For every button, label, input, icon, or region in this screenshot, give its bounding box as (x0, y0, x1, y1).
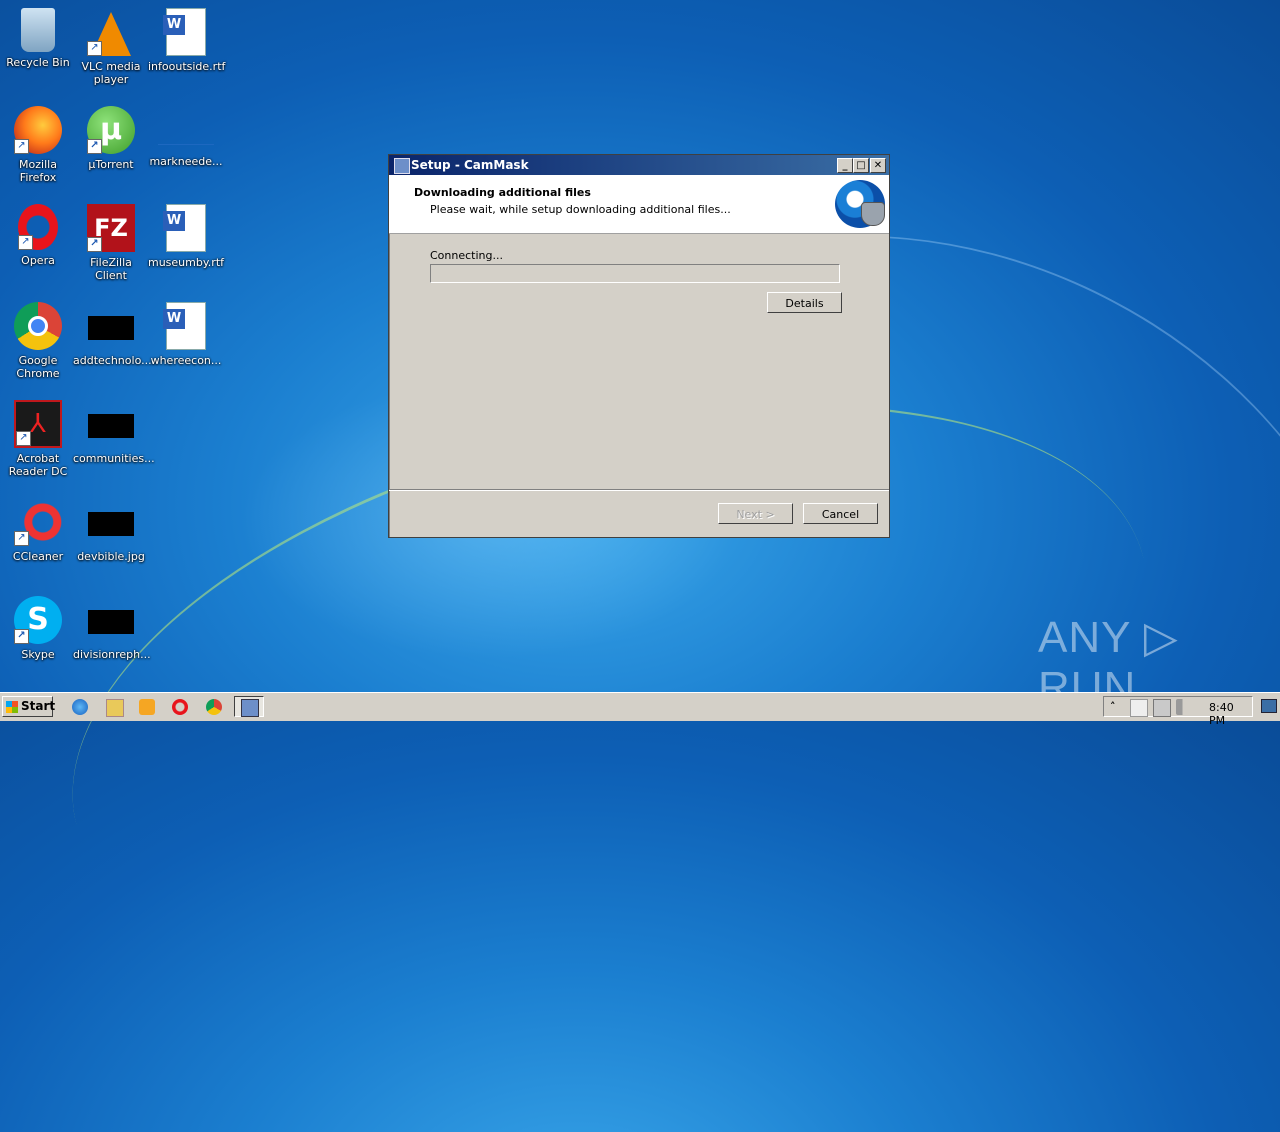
desktop-icon-infooutside[interactable]: W infooutside.rtf (148, 8, 226, 73)
chrome-icon (14, 302, 62, 350)
page-heading: Downloading additional files (414, 186, 591, 199)
word-document-icon: W (163, 8, 206, 56)
desktop-icon-label: Recycle Bin (6, 56, 70, 69)
setup-task-button[interactable] (234, 696, 264, 717)
desktop-icon-whereecon[interactable]: W whereecon... (148, 302, 224, 367)
windows-logo-icon (6, 701, 18, 713)
taskbar-clock[interactable]: 8:40 PM (1209, 701, 1252, 727)
desktop-icon-filezilla[interactable]: FZ ↗ FileZilla Client (73, 204, 149, 282)
skype-icon: S ↗ (14, 596, 62, 644)
utorrent-icon: µ ↗ (87, 106, 135, 154)
taskbar: Start ˄ 8:40 PM (0, 692, 1280, 727)
file-thumbnail-icon (88, 610, 134, 634)
network-icon[interactable] (1153, 699, 1171, 717)
desktop-icon-skype[interactable]: S ↗ Skype (0, 596, 76, 661)
desktop-icon-label: divisionreph... (73, 648, 151, 661)
desktop-icon-label: Mozilla Firefox (19, 158, 57, 184)
desktop-icon-firefox[interactable]: ↗ Mozilla Firefox (0, 106, 76, 184)
desktop-icon-label: µTorrent (88, 158, 134, 171)
desktop-icon-utorrent[interactable]: µ ↗ µTorrent (73, 106, 149, 171)
desktop-icon-label: FileZilla Client (90, 256, 132, 282)
show-desktop-icon[interactable] (1261, 699, 1277, 713)
desktop-icon-label: communities... (73, 452, 155, 465)
start-button[interactable]: Start (2, 696, 56, 717)
setup-app-icon (394, 158, 410, 174)
opera-icon: ↗ (18, 204, 58, 250)
download-status: Connecting... (430, 249, 503, 262)
desktop-icon-museumby[interactable]: W museumby.rtf (148, 204, 224, 269)
desktop-icon-label: markneede... (149, 155, 223, 168)
desktop-icon-chrome[interactable]: Google Chrome (0, 302, 76, 380)
acrobat-icon: ⅄ ↗ (14, 400, 62, 448)
maximize-button[interactable]: □ (853, 158, 869, 173)
desktop-icon-recycle-bin[interactable]: Recycle Bin (0, 8, 76, 69)
action-center-icon[interactable] (1130, 699, 1148, 717)
button-separator (389, 489, 889, 491)
desktop-icon-acrobat[interactable]: ⅄ ↗ Acrobat Reader DC (0, 400, 76, 478)
firefox-icon: ↗ (14, 106, 62, 154)
setup-app-icon (241, 699, 259, 717)
desktop-icon-label: Opera (21, 254, 55, 267)
desktop-icon-label: VLC media player (81, 60, 141, 86)
dialog-header: Downloading additional files Please wait… (389, 175, 889, 234)
file-thumbnail-icon (88, 316, 134, 340)
desktop-icon-devbible[interactable]: devbible.jpg (73, 498, 149, 563)
desktop-icon-communities[interactable]: communities... (73, 400, 155, 465)
word-document-icon: W (163, 302, 206, 350)
minimize-button[interactable]: _ (837, 158, 853, 173)
word-document-icon: W (163, 204, 206, 252)
setup-dialog: Setup - CamMask _ □ ✕ Downloading additi… (388, 154, 890, 538)
file-explorer-icon[interactable] (106, 699, 124, 717)
opera-taskbar-icon[interactable] (172, 699, 188, 715)
volume-icon[interactable] (1176, 699, 1192, 715)
start-label: Start (21, 699, 56, 713)
vlc-icon: ↗ (87, 8, 135, 56)
download-progress-bar (430, 264, 840, 283)
cancel-button[interactable]: Cancel (803, 503, 878, 524)
file-thumbnail-icon (88, 414, 134, 438)
ccleaner-icon: ↗ (14, 498, 62, 546)
dialog-title: Setup - CamMask (411, 158, 529, 172)
system-tray: ˄ 8:40 PM (1103, 696, 1253, 727)
dialog-titlebar[interactable]: Setup - CamMask _ □ ✕ (389, 155, 889, 175)
desktop-icon-label: infooutside.rtf (148, 60, 226, 73)
desktop-icon-label: CCleaner (12, 550, 64, 563)
desktop-icon-label: whereecon... (150, 354, 222, 367)
filezilla-icon: FZ ↗ (87, 204, 135, 252)
desktop-icon-label: museumby.rtf (148, 256, 225, 269)
tray-expand-icon[interactable]: ˄ (1110, 700, 1116, 713)
file-thumbnail-icon (88, 512, 134, 536)
desktop-icon-ccleaner[interactable]: ↗ CCleaner (0, 498, 76, 563)
recycle-bin-icon (21, 8, 55, 52)
desktop-icon-label: Skype (21, 648, 55, 661)
chrome-taskbar-icon[interactable] (206, 699, 222, 715)
desktop-icon-opera[interactable]: ↗ Opera (0, 204, 76, 267)
internet-explorer-icon[interactable] (72, 699, 88, 715)
desktop-icon-label: addtechnolo... (73, 354, 152, 367)
desktop-icon-markneede[interactable]: markneede... (148, 106, 224, 168)
desktop-icon-divisionreph[interactable]: divisionreph... (73, 596, 151, 661)
desktop-icon-label: Acrobat Reader DC (8, 452, 68, 478)
desktop-icon-addtechnolo[interactable]: addtechnolo... (73, 302, 152, 367)
desktop-icon-label: devbible.jpg (77, 550, 145, 563)
next-button[interactable]: Next > (718, 503, 793, 524)
cammask-logo-icon (835, 180, 885, 228)
details-button[interactable]: Details (767, 292, 842, 313)
page-subheading: Please wait, while setup downloading add… (430, 203, 731, 216)
desktop-icon-vlc[interactable]: ↗ VLC media player (73, 8, 149, 86)
file-blank-icon (158, 120, 214, 145)
media-player-icon[interactable] (139, 699, 155, 715)
desktop-icon-label: Google Chrome (16, 354, 60, 380)
close-button[interactable]: ✕ (870, 158, 886, 173)
